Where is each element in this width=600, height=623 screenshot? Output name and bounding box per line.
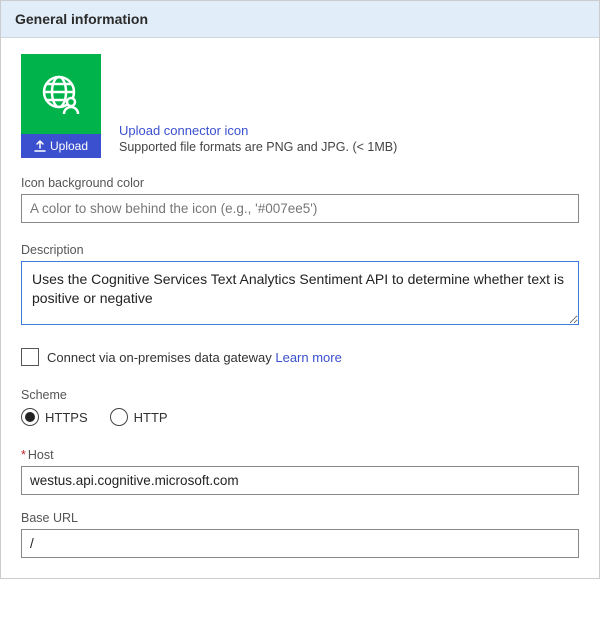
upload-button-label: Upload bbox=[50, 139, 88, 153]
gateway-label: Connect via on-premises data gateway Lea… bbox=[47, 350, 342, 365]
base-url-label: Base URL bbox=[21, 511, 579, 525]
gateway-learn-more-link[interactable]: Learn more bbox=[275, 350, 341, 365]
base-url-field: Base URL bbox=[21, 511, 579, 558]
connector-icon-preview bbox=[21, 54, 101, 134]
gateway-label-text: Connect via on-premises data gateway bbox=[47, 350, 272, 365]
icon-bg-color-input[interactable] bbox=[21, 194, 579, 223]
gateway-row: Connect via on-premises data gateway Lea… bbox=[21, 348, 579, 366]
description-field: Description bbox=[21, 243, 579, 328]
base-url-input[interactable] bbox=[21, 529, 579, 558]
gateway-checkbox[interactable] bbox=[21, 348, 39, 366]
upload-button[interactable]: Upload bbox=[21, 134, 101, 158]
section-title: General information bbox=[1, 1, 599, 38]
section-body: Upload Upload connector icon Supported f… bbox=[1, 38, 599, 578]
scheme-option-https[interactable]: HTTPS bbox=[21, 408, 88, 426]
icon-upload-row: Upload Upload connector icon Supported f… bbox=[21, 54, 579, 158]
host-input[interactable] bbox=[21, 466, 579, 495]
description-input[interactable] bbox=[21, 261, 579, 325]
icon-bg-color-label: Icon background color bbox=[21, 176, 579, 190]
icon-column: Upload bbox=[21, 54, 101, 158]
radio-icon bbox=[110, 408, 128, 426]
scheme-field: Scheme HTTPS HTTP bbox=[21, 388, 579, 426]
host-label: *Host bbox=[21, 448, 579, 462]
icon-upload-text: Upload connector icon Supported file for… bbox=[119, 123, 397, 158]
host-label-text: Host bbox=[28, 448, 54, 462]
scheme-option-https-label: HTTPS bbox=[45, 410, 88, 425]
upload-icon-hint: Supported file formats are PNG and JPG. … bbox=[119, 140, 397, 154]
required-mark: * bbox=[21, 448, 26, 462]
general-information-panel: General information bbox=[0, 0, 600, 579]
icon-bg-color-field: Icon background color bbox=[21, 176, 579, 223]
scheme-label: Scheme bbox=[21, 388, 579, 402]
upload-icon-link[interactable]: Upload connector icon bbox=[119, 123, 397, 138]
upload-icon bbox=[34, 140, 46, 152]
description-label: Description bbox=[21, 243, 579, 257]
globe-person-icon bbox=[39, 72, 83, 116]
scheme-options: HTTPS HTTP bbox=[21, 408, 579, 426]
scheme-option-http[interactable]: HTTP bbox=[110, 408, 168, 426]
scheme-option-http-label: HTTP bbox=[134, 410, 168, 425]
host-field: *Host bbox=[21, 448, 579, 495]
radio-icon bbox=[21, 408, 39, 426]
